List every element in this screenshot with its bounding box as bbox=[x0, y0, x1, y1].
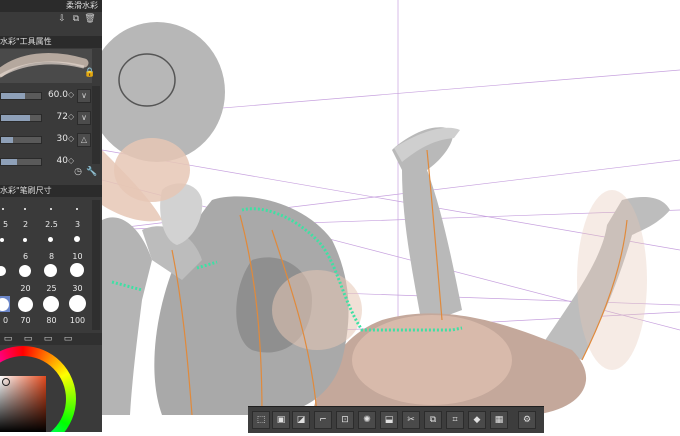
brush-name-header: 柔滑水彩 bbox=[0, 0, 102, 12]
brush-size-title: 水彩"笔刷尺寸 bbox=[0, 186, 52, 195]
paint-density-value[interactable]: 40 bbox=[40, 156, 68, 166]
copy-icon[interactable]: ⧉ bbox=[70, 13, 82, 25]
spinner-icon[interactable]: ◇ bbox=[68, 156, 74, 165]
size-label[interactable]: 2.5 bbox=[40, 220, 63, 229]
brush-size-row[interactable]: 60.0 ◇ ∨ bbox=[0, 86, 102, 106]
pattern-icon[interactable]: ▦ bbox=[490, 411, 508, 429]
expand-selection-icon[interactable]: ⌐ bbox=[314, 411, 332, 429]
size-dot[interactable] bbox=[24, 208, 26, 210]
tool-property-panel: 柔滑水彩 ⇩ ⧉ 🗑 水彩"工具属性 🔒 60.0 ◇ ∨ 72 ◇ ∨ 30 … bbox=[0, 0, 102, 432]
left-arm bbox=[102, 217, 152, 415]
opacity-row[interactable]: 72 ◇ ∨ bbox=[0, 108, 102, 128]
wrench-icon[interactable]: 🔧 bbox=[86, 166, 98, 178]
brush-preview: 🔒 bbox=[0, 49, 96, 83]
spinner-icon[interactable]: ◇ bbox=[68, 90, 74, 99]
brush-size-scrollbar[interactable] bbox=[92, 200, 100, 330]
size-dot[interactable] bbox=[19, 265, 31, 277]
select-color-icon[interactable]: ✺ bbox=[358, 411, 376, 429]
size-dot[interactable] bbox=[44, 264, 57, 277]
layer-icon[interactable]: ▭ bbox=[2, 333, 14, 345]
clock-icon[interactable]: ◷ bbox=[72, 166, 84, 178]
size-dot[interactable] bbox=[50, 208, 52, 210]
selection-launcher-icon[interactable]: ⬓ bbox=[380, 411, 398, 429]
opacity-bar[interactable] bbox=[0, 114, 42, 122]
pressure-icon[interactable]: ∨ bbox=[77, 89, 91, 103]
size-label[interactable]: 80 bbox=[40, 316, 63, 325]
size-label[interactable]: 6 bbox=[14, 252, 37, 261]
size-dot[interactable] bbox=[23, 238, 27, 242]
transform-icon[interactable]: ⌗ bbox=[446, 411, 464, 429]
size-label[interactable]: 2 bbox=[14, 220, 37, 229]
size-dot[interactable] bbox=[43, 296, 59, 312]
size-dot[interactable] bbox=[0, 238, 4, 242]
brush-size-fill bbox=[1, 93, 25, 99]
size-label[interactable]: 100 bbox=[66, 316, 89, 325]
triangle-icon[interactable]: △ bbox=[77, 133, 91, 147]
layer-icon[interactable]: ▭ bbox=[42, 333, 54, 345]
cut-icon[interactable]: ✂ bbox=[402, 411, 420, 429]
paint-amount-bar[interactable] bbox=[0, 136, 42, 144]
panel-icon-row: ⇩ ⧉ 🗑 bbox=[56, 13, 100, 29]
size-dot[interactable] bbox=[76, 208, 78, 210]
drawing-canvas[interactable]: ⬚ ▣ ◪ ⌐ ⊡ ✺ ⬓ ✂ ⧉ ⌗ ◆ ▦ ⚙ bbox=[89, 0, 680, 433]
brush-size-bar[interactable] bbox=[0, 92, 42, 100]
paint-amount-fill bbox=[1, 137, 13, 143]
canvas-artwork bbox=[89, 0, 680, 432]
size-dot[interactable] bbox=[70, 263, 84, 277]
size-dot[interactable] bbox=[74, 236, 80, 242]
paint-density-bar[interactable] bbox=[0, 158, 42, 166]
selection-launcher-toolbar: ⬚ ▣ ◪ ⌐ ⊡ ✺ ⬓ ✂ ⧉ ⌗ ◆ ▦ ⚙ bbox=[248, 406, 544, 433]
spinner-icon[interactable]: ◇ bbox=[68, 134, 74, 143]
tool-property-header: 水彩"工具属性 bbox=[0, 36, 102, 48]
export-icon[interactable]: ⇩ bbox=[56, 13, 68, 25]
settings-icon[interactable]: ⚙ bbox=[518, 411, 536, 429]
panel-tool-icons: ◷ 🔧 bbox=[72, 166, 102, 180]
size-label[interactable]: 25 bbox=[40, 284, 63, 293]
trash-icon[interactable]: 🗑 bbox=[84, 13, 96, 25]
panel-bottom-icons: ▭ ▭ ▭ ▭ bbox=[0, 333, 102, 345]
lock-icon[interactable]: 🔒 bbox=[84, 67, 96, 79]
brush-name-title: 柔滑水彩 bbox=[66, 1, 98, 10]
invert-selection-icon[interactable]: ◪ bbox=[292, 411, 310, 429]
paint-amount-value[interactable]: 30 bbox=[40, 134, 68, 144]
size-dot[interactable] bbox=[18, 297, 33, 312]
size-dot[interactable] bbox=[48, 237, 53, 242]
size-label[interactable]: 70 bbox=[14, 316, 37, 325]
layer-icon[interactable]: ▭ bbox=[22, 333, 34, 345]
size-dot[interactable] bbox=[0, 266, 6, 276]
paint-density-fill bbox=[1, 159, 17, 165]
copy-paste-icon[interactable]: ⧉ bbox=[424, 411, 442, 429]
size-label[interactable]: 10 bbox=[66, 252, 89, 261]
size-label[interactable]: 20 bbox=[14, 284, 37, 293]
pressure-icon[interactable]: ∨ bbox=[77, 111, 91, 125]
brush-size-grid: 5 2 2.5 3 6 8 10 20 25 30 0 70 80 100 bbox=[0, 200, 92, 340]
layer-icon[interactable]: ▭ bbox=[62, 333, 74, 345]
deselect-icon[interactable]: ⬚ bbox=[252, 411, 270, 429]
brush-size-header: 水彩"笔刷尺寸 bbox=[0, 185, 102, 197]
spinner-icon[interactable]: ◇ bbox=[68, 112, 74, 121]
tool-property-title: 水彩"工具属性 bbox=[0, 37, 52, 46]
size-label[interactable]: 30 bbox=[66, 284, 89, 293]
brush-size-value[interactable]: 60.0 bbox=[40, 90, 68, 100]
property-scrollbar[interactable] bbox=[92, 86, 100, 164]
size-label[interactable]: 8 bbox=[40, 252, 63, 261]
shrink-selection-icon[interactable]: ⊡ bbox=[336, 411, 354, 429]
color-cursor[interactable] bbox=[2, 378, 10, 386]
selection-area-icon[interactable]: ▣ bbox=[272, 411, 290, 429]
size-dot[interactable] bbox=[2, 208, 4, 210]
size-dot[interactable] bbox=[69, 295, 86, 312]
paint-amount-row[interactable]: 30 ◇ △ bbox=[0, 130, 102, 150]
size-label[interactable]: 3 bbox=[66, 220, 89, 229]
fill-icon[interactable]: ◆ bbox=[468, 411, 486, 429]
opacity-fill bbox=[1, 115, 30, 121]
opacity-value[interactable]: 72 bbox=[40, 112, 68, 122]
